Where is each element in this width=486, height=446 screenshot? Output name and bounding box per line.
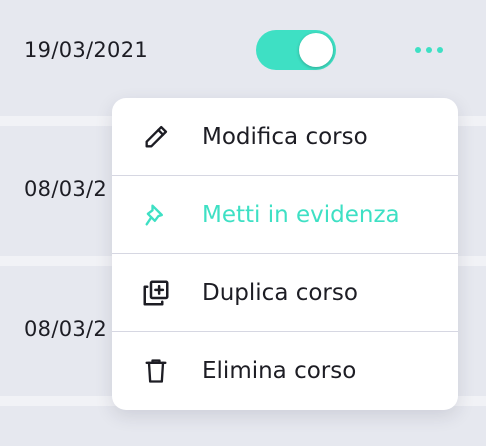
menu-item-label: Modifica corso [202,123,368,150]
menu-item-highlight[interactable]: Metti in evidenza [112,176,458,253]
menu-item-duplicate-course[interactable]: Duplica corso [112,254,458,331]
trash-icon [140,355,172,387]
menu-item-delete-course[interactable]: Elimina corso [112,332,458,409]
course-date: 08/03/2 [24,317,108,341]
duplicate-icon [140,277,172,309]
dot-icon [415,47,421,53]
menu-item-label: Elimina corso [202,357,357,384]
dot-icon [437,47,443,53]
course-date: 08/03/2 [24,177,108,201]
toggle-knob [299,33,333,67]
context-menu: Modifica corso Metti in evidenza Duplica… [112,98,458,410]
course-date: 19/03/2021 [24,38,149,62]
menu-item-label: Metti in evidenza [202,201,400,228]
menu-item-edit-course[interactable]: Modifica corso [112,98,458,175]
course-row [0,406,486,446]
dot-icon [426,47,432,53]
pin-icon [140,199,172,231]
more-options-button[interactable] [406,38,452,62]
menu-item-label: Duplica corso [202,279,358,306]
pencil-icon [140,121,172,153]
active-toggle[interactable] [256,30,336,70]
